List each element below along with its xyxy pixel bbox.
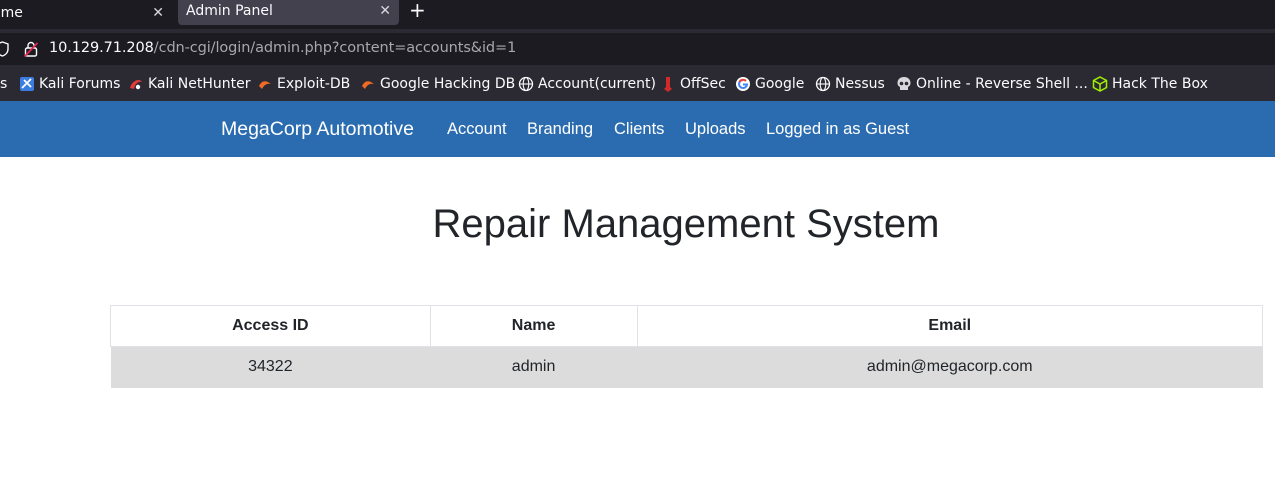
bookmarks-toolbar: s Kali Forums Kali NetHunter Exploit-DB … — [0, 69, 1275, 101]
bookmark-label: Online - Reverse Shell ... — [916, 76, 1088, 92]
bookmark-account-current[interactable]: Account(current) — [518, 76, 656, 92]
kali-forums-icon — [20, 77, 34, 91]
column-header-email: Email — [636, 305, 1263, 347]
cell-email: admin@megacorp.com — [637, 346, 1263, 388]
nav-link-branding[interactable]: Branding — [527, 120, 593, 139]
nav-link-uploads[interactable]: Uploads — [685, 120, 746, 139]
ghdb-icon — [362, 81, 374, 89]
site-navbar: MegaCorp Automotive Account Branding Cli… — [0, 101, 1275, 157]
navbar-brand[interactable]: MegaCorp Automotive — [221, 118, 414, 141]
bookmark-label: s — [0, 76, 8, 92]
new-tab-button[interactable]: + — [409, 0, 426, 22]
bookmark-kali-nethunter[interactable]: Kali NetHunter — [128, 76, 250, 92]
table-row: 34322 admin admin@megacorp.com — [110, 346, 1263, 388]
close-icon[interactable]: ✕ — [152, 5, 164, 21]
column-header-access-id: Access ID — [110, 305, 431, 347]
bookmark-label: Nessus — [835, 76, 885, 92]
tab-admin-panel[interactable]: Admin Panel ✕ — [178, 0, 399, 25]
bookmark-exploit-db[interactable]: Exploit-DB — [257, 76, 350, 92]
browser-tab-bar: ome ✕ Admin Panel ✕ + — [0, 0, 1275, 29]
tab-home[interactable]: ome ✕ — [0, 0, 172, 25]
tab-title: Admin Panel — [186, 2, 273, 19]
tab-title: ome — [0, 4, 23, 21]
globe-icon — [815, 76, 831, 92]
cell-name: admin — [430, 346, 637, 388]
url-path: /cdn-cgi/login/admin.php?content=account… — [153, 40, 517, 56]
globe-icon — [518, 76, 534, 92]
google-icon — [736, 77, 750, 91]
bookmark-offsec[interactable]: OffSec — [660, 76, 726, 92]
htb-cube-icon — [1092, 76, 1108, 92]
offsec-icon — [664, 77, 672, 92]
table-header-row: Access ID Name Email — [110, 305, 1263, 347]
address-bar[interactable]: 10.129.71.208/cdn-cgi/login/admin.php?co… — [0, 33, 1275, 65]
bookmark-label: Exploit-DB — [277, 76, 351, 92]
accounts-table: Access ID Name Email 34322 admin admin@m… — [110, 305, 1263, 388]
bookmark-google-hacking-db[interactable]: Google Hacking DB — [360, 76, 515, 92]
column-header-name: Name — [429, 305, 638, 347]
nav-link-account[interactable]: Account — [447, 120, 507, 139]
bookmark-label: Hack The Box — [1112, 76, 1208, 92]
tracking-shield-icon[interactable] — [0, 41, 9, 57]
url-host: 10.129.71.208 — [49, 40, 154, 56]
page-title: Repair Management System — [432, 202, 940, 246]
bookmark-label: OffSec — [680, 76, 726, 92]
bookmark-nessus[interactable]: Nessus — [815, 76, 885, 92]
skull-icon — [897, 77, 911, 90]
nav-link-logged-in-user[interactable]: Logged in as Guest — [766, 120, 909, 139]
bookmark-label: Account(current) — [538, 76, 656, 92]
bookmark-reverse-shell[interactable]: Online - Reverse Shell ... — [896, 76, 1088, 92]
bookmark-label: Google — [755, 76, 805, 92]
navigation-toolbar: 10.129.71.208/cdn-cgi/login/admin.php?co… — [0, 29, 1275, 69]
close-icon[interactable]: ✕ — [379, 3, 391, 19]
bookmark-label: Google Hacking DB — [380, 76, 516, 92]
bookmark-hack-the-box[interactable]: Hack The Box — [1092, 76, 1208, 92]
cell-access-id: 34322 — [110, 346, 431, 388]
bookmark-label: Kali Forums — [39, 76, 121, 92]
insecure-lock-icon[interactable] — [24, 41, 38, 57]
exploit-db-icon — [259, 81, 271, 89]
bookmark-label: Kali NetHunter — [148, 76, 251, 92]
bookmark-truncated[interactable]: s — [0, 76, 7, 92]
bookmark-google[interactable]: Google — [735, 76, 804, 92]
nav-link-clients[interactable]: Clients — [614, 120, 664, 139]
bookmark-kali-forums[interactable]: Kali Forums — [19, 76, 120, 92]
kali-nethunter-icon — [130, 80, 142, 90]
url-text[interactable]: 10.129.71.208/cdn-cgi/login/admin.php?co… — [49, 40, 516, 56]
